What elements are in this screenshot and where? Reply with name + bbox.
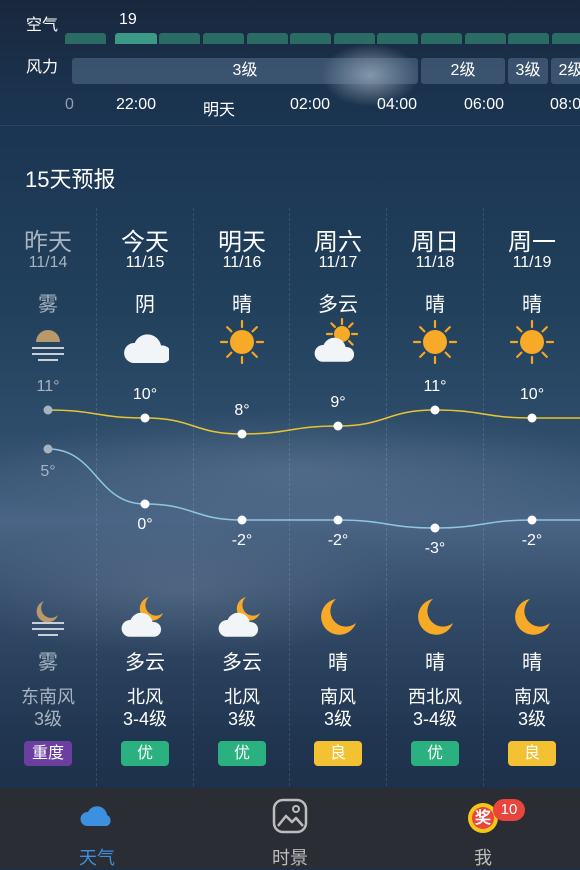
air-quality-bar	[65, 33, 106, 44]
air-quality-bar	[159, 33, 200, 44]
low-temp-line	[47, 448, 580, 529]
tab-label: 我	[474, 848, 492, 868]
tab-bar: 天气 时景 奖 10 我	[0, 788, 580, 868]
air-quality-bar	[421, 33, 462, 44]
low-temp-label: -2°	[327, 532, 349, 549]
high-temp-point	[430, 405, 440, 415]
high-temp-label: 11°	[423, 378, 447, 395]
low-temp-label: -3°	[424, 540, 446, 557]
time-tick: 04:00	[377, 96, 418, 113]
tab-label: 时景	[272, 848, 308, 868]
time-tick: 22:00	[116, 96, 157, 113]
wind-segment: 3级	[508, 58, 548, 84]
air-quality-bar	[465, 33, 506, 44]
low-temp-label: -2°	[521, 532, 543, 549]
high-temp-label: 9°	[330, 394, 346, 411]
wind-label: 风力	[26, 59, 59, 76]
air-quality-bar	[377, 33, 418, 44]
air-quality-bar	[203, 33, 244, 44]
photo-tab-icon	[272, 798, 308, 834]
low-temp-label: 5°	[40, 463, 56, 480]
air-quality-value: 19	[119, 11, 137, 28]
air-quality-label: 空气	[26, 17, 59, 34]
wind-segment: 2级	[421, 58, 505, 84]
air-quality-bar	[115, 33, 157, 44]
low-temp-point	[43, 444, 53, 454]
low-temp-point	[430, 523, 440, 533]
high-temp-point	[237, 429, 247, 439]
high-temp-point	[43, 405, 53, 415]
wind-segment: 3级	[72, 58, 418, 84]
low-temp-point	[237, 515, 247, 525]
high-temp-point	[140, 413, 150, 423]
high-temp-label: 10°	[519, 386, 545, 403]
time-tick: 0	[65, 96, 74, 113]
time-tick: 明天	[203, 102, 236, 119]
divider	[0, 125, 580, 126]
high-temp-label: 10°	[132, 386, 158, 403]
tab-label: 天气	[79, 848, 115, 868]
high-temp-point	[527, 413, 537, 423]
temperature-curves	[43, 405, 580, 533]
air-quality-bar	[552, 33, 580, 44]
notification-badge: 10	[493, 799, 525, 821]
tab-scenery[interactable]: 时景	[230, 788, 350, 868]
high-temp-line	[47, 409, 580, 435]
forecast-title: 15天预报	[25, 167, 116, 192]
air-quality-bar	[334, 33, 375, 44]
time-tick: 06:00	[464, 96, 505, 113]
low-temp-label: 0°	[137, 516, 153, 533]
time-tick: 02:00	[290, 96, 331, 113]
low-temp-point	[333, 515, 343, 525]
air-quality-bar	[508, 33, 549, 44]
low-temp-point	[527, 515, 537, 525]
wind-segment: 2级	[551, 58, 580, 84]
tab-me[interactable]: 奖 10 我	[423, 788, 543, 868]
tab-weather[interactable]: 天气	[37, 788, 157, 868]
high-temp-point	[333, 421, 343, 431]
time-tick: 08:0	[550, 96, 580, 113]
air-quality-bar	[290, 33, 331, 44]
temperature-chart: 11° 5° 10° 0° 8° -2° 9° -2° 11° -3° 10° -2°	[0, 208, 580, 786]
high-temp-label: 11°	[36, 378, 60, 395]
cloud-tab-icon	[80, 806, 111, 826]
low-temp-label: -2°	[231, 532, 253, 549]
air-quality-bar	[247, 33, 288, 44]
low-temp-point	[140, 499, 150, 509]
high-temp-label: 8°	[234, 402, 250, 419]
